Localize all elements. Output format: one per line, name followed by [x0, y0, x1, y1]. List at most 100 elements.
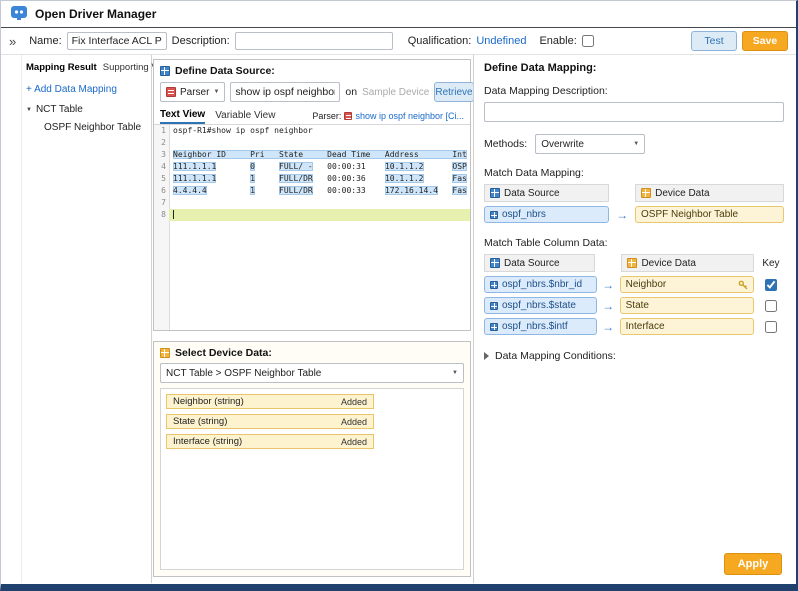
methods-row: Methods: Overwrite: [484, 134, 784, 154]
map-arrow-icon: [609, 209, 635, 221]
key-icon: [738, 280, 748, 290]
on-label: on: [345, 86, 357, 98]
name-input[interactable]: [67, 32, 167, 50]
select-device-data-panel: Select Device Data: NCT Table > OSPF Nei…: [153, 341, 471, 577]
line-number: 7: [154, 197, 169, 209]
methods-select[interactable]: Overwrite: [535, 134, 645, 154]
parser-type-value: Parser: [180, 87, 209, 98]
retrieve-button[interactable]: Retrieve: [434, 82, 473, 102]
parser-icon: [344, 112, 352, 120]
key-checkbox[interactable]: [765, 321, 777, 333]
device-data-item[interactable]: State (string) Added: [166, 414, 374, 429]
define-data-source-header: Define Data Source:: [154, 60, 470, 80]
data-source-icon: [160, 66, 170, 76]
device-data-item-name: State (string): [173, 416, 227, 427]
description-input[interactable]: [235, 32, 393, 50]
variable-icon: [490, 323, 498, 331]
device-data-chip[interactable]: OSPF Neighbor Table: [635, 206, 784, 223]
data-source-column-header: Data Source: [484, 184, 609, 202]
variable-icon: [490, 302, 498, 310]
data-source-icon: [490, 258, 500, 268]
data-source-chip[interactable]: ospf_nbrs.$nbr_id: [484, 276, 597, 293]
data-mapping-conditions-toggle[interactable]: Data Mapping Conditions:: [484, 350, 784, 362]
device-data-chip-label: State: [626, 300, 649, 311]
add-data-mapping-link[interactable]: + Add Data Mapping: [26, 84, 117, 95]
match-table-column-table: Data Source Device Data Key ospf_nbrs.$n…: [484, 254, 784, 335]
apply-button[interactable]: Apply: [724, 553, 782, 575]
code-line[interactable]: 7: [154, 197, 470, 209]
device-data-chip[interactable]: Interface: [620, 318, 754, 335]
key-cell: [758, 300, 785, 312]
line-text: [169, 209, 470, 221]
code-line[interactable]: 8: [154, 209, 470, 221]
tab-text-view[interactable]: Text View: [160, 107, 205, 124]
device-data-icon: [160, 348, 170, 358]
match-data-mapping-label: Match Data Mapping:: [484, 167, 784, 179]
device-data-item-name: Interface (string): [173, 436, 242, 447]
device-data-chip[interactable]: Neighbor: [620, 276, 754, 293]
data-source-chip-label: ospf_nbrs.$nbr_id: [502, 279, 582, 290]
device-data-chip[interactable]: State: [620, 297, 754, 314]
parser-link[interactable]: show ip ospf neighbor [Ci...: [355, 111, 464, 121]
tree-node-ospf-neighbor-table[interactable]: OSPF Neighbor Table: [44, 122, 147, 133]
device-data-icon: [627, 258, 637, 268]
code-line[interactable]: 4111.1.1.1 0 FULL/ - 00:00:31 10.1.1.2 O…: [154, 161, 470, 173]
key-cell: [758, 321, 785, 333]
match-table-column-data-label: Match Table Column Data:: [484, 237, 784, 249]
tab-variable-view[interactable]: Variable View: [215, 107, 275, 124]
device-data-item[interactable]: Neighbor (string)Added: [166, 394, 374, 409]
device-table-value: NCT Table > OSPF Neighbor Table: [166, 368, 321, 379]
device-table-select[interactable]: NCT Table > OSPF Neighbor Table: [160, 363, 464, 383]
data-source-chip-label: ospf_nbrs: [502, 209, 546, 220]
enable-label: Enable:: [539, 35, 576, 47]
device-data-item-status: Added: [341, 417, 367, 427]
mapping-tree: NCT Table OSPF Neighbor Table: [26, 104, 147, 133]
code-line[interactable]: 3Neighbor ID Pri State Dead Time Address…: [154, 149, 470, 161]
device-data-column-header: Device Data: [635, 184, 784, 202]
line-number: 2: [154, 137, 169, 149]
key-checkbox[interactable]: [765, 300, 777, 312]
define-data-mapping-title: Define Data Mapping:: [484, 62, 784, 74]
tab-mapping-result[interactable]: Mapping Result: [26, 62, 97, 73]
data-source-chip[interactable]: ospf_nbrs: [484, 206, 609, 223]
key-checkbox[interactable]: [765, 279, 777, 291]
code-line[interactable]: 5111.1.1.1 1 FULL/DR 00:00:36 10.1.1.2 F…: [154, 173, 470, 185]
device-data-item[interactable]: Interface (string)Added: [166, 434, 374, 449]
methods-label: Methods:: [484, 138, 527, 150]
device-data-chip-label: Neighbor: [626, 279, 667, 290]
device-data-column-header: Device Data: [621, 254, 753, 272]
enable-checkbox[interactable]: [582, 35, 594, 47]
view-tabs: Text View Variable View Parser: show ip …: [154, 107, 470, 125]
tree-node-label: NCT Table: [36, 104, 83, 115]
code-line[interactable]: 2: [154, 137, 470, 149]
command-input[interactable]: [230, 82, 340, 102]
titlebar: Open Driver Manager: [1, 1, 796, 28]
qualification-link[interactable]: Undefined: [476, 35, 526, 47]
parser-link-wrap: Parser: show ip ospf neighbor [Ci...: [312, 111, 464, 121]
code-editor[interactable]: 1ospf-R1#show ip ospf neighbor23Neighbor…: [154, 125, 470, 330]
qualification-label: Qualification:: [408, 35, 472, 47]
device-data-chip-label: OSPF Neighbor Table: [641, 209, 738, 220]
parser-row: Parser on Sample Device Retrieve: [154, 80, 470, 107]
name-label: Name:: [29, 35, 61, 47]
parser-type-select[interactable]: Parser: [160, 82, 225, 102]
line-number: 5: [154, 173, 169, 185]
test-button[interactable]: Test: [691, 31, 737, 51]
chevron-down-icon: [452, 370, 458, 376]
code-line[interactable]: 1ospf-R1#show ip ospf neighbor: [154, 125, 470, 137]
data-mapping-description-input[interactable]: [484, 102, 784, 122]
variable-icon: [490, 281, 498, 289]
device-data-item-status: Added: [341, 397, 367, 407]
match-mapping-row: ospf_nbrs OSPF Neighbor Table: [484, 206, 784, 223]
match-column-row: ospf_nbrs.$state State: [484, 297, 784, 314]
line-text: [169, 197, 470, 209]
data-source-chip[interactable]: ospf_nbrs.$state: [484, 297, 597, 314]
code-line[interactable]: 64.4.4.4 1 FULL/DR 00:00:33 172.16.14.4 …: [154, 185, 470, 197]
save-button[interactable]: Save: [742, 31, 788, 51]
data-source-chip[interactable]: ospf_nbrs.$intf: [484, 318, 597, 335]
tree-node-nct-table[interactable]: NCT Table: [26, 104, 147, 115]
key-column-header: Key: [758, 254, 784, 272]
collapse-panel-icon[interactable]: [9, 35, 16, 48]
line-text: [169, 137, 470, 149]
code-lines: 1ospf-R1#show ip ospf neighbor23Neighbor…: [154, 125, 470, 221]
